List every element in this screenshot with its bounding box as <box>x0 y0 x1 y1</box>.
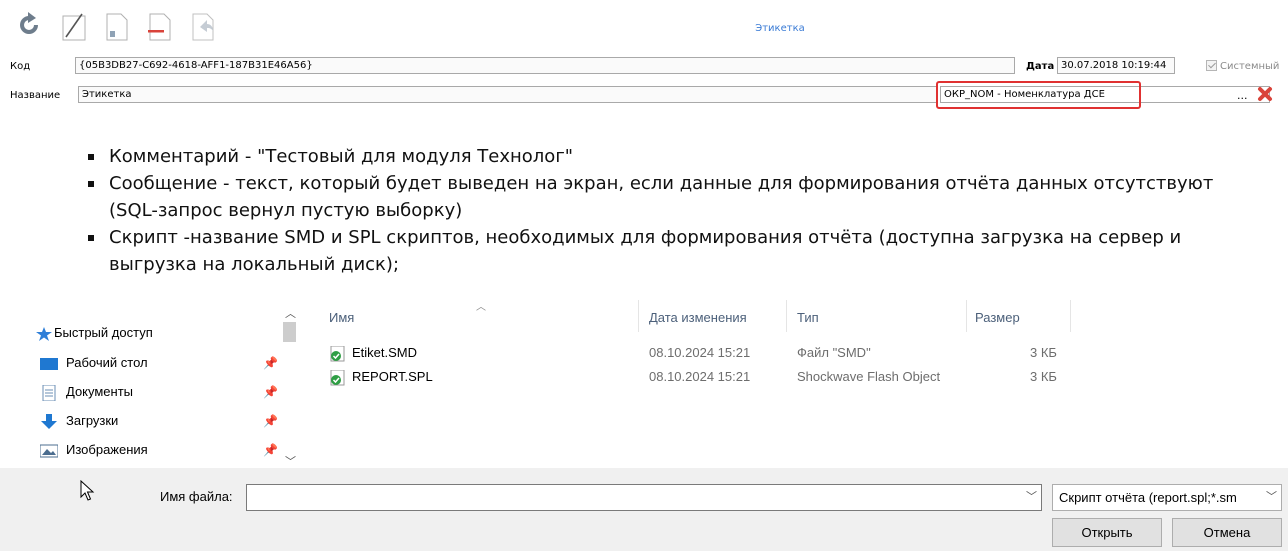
file-size: 3 КБ <box>1030 345 1057 360</box>
column-header-name[interactable]: Имя <box>329 310 354 325</box>
nav-item-label: Загрузки <box>66 413 119 428</box>
code-label: Код <box>10 61 31 72</box>
column-header-size[interactable]: Размер <box>975 310 1020 325</box>
nav-item-label: Документы <box>66 384 134 399</box>
column-divider <box>786 300 787 332</box>
column-header-type[interactable]: Тип <box>797 310 819 325</box>
nav-item-label: Рабочий стол <box>66 355 148 370</box>
name-field[interactable]: Этикетка <box>78 86 938 103</box>
file-type: Shockwave Flash Object <box>797 369 941 384</box>
bullet-comment: Комментарий - "Тестовый для модуля Техно… <box>85 143 1265 170</box>
scroll-down-arrow-icon[interactable]: ﹀ <box>285 453 296 469</box>
nav-quick-access-label: Быстрый доступ <box>54 325 153 340</box>
file-date: 08.10.2024 15:21 <box>649 369 751 384</box>
file-type: Файл "SMD" <box>797 345 871 360</box>
date-field[interactable]: 30.07.2018 10:19:44 <box>1057 57 1175 74</box>
column-divider <box>966 300 967 332</box>
save-icon[interactable] <box>104 10 130 41</box>
mouse-cursor-icon <box>80 479 96 502</box>
file-name: Etiket.SMD <box>352 345 418 360</box>
nav-item-label: Изображения <box>66 442 148 457</box>
edit-icon[interactable] <box>60 10 86 41</box>
undo-icon[interactable] <box>190 10 216 41</box>
scroll-up-arrow-icon[interactable]: ︿ <box>285 305 296 321</box>
bullet-script: Скрипт -название SMD и SPL скриптов, нео… <box>85 224 1265 278</box>
system-checkbox[interactable] <box>1206 60 1217 71</box>
filename-input[interactable]: ﹀ <box>246 484 1042 511</box>
delete-icon[interactable] <box>147 10 173 41</box>
desktop-icon <box>40 356 58 370</box>
file-type-filter-value: Скрипт отчёта (report.spl;*.sm <box>1059 490 1237 505</box>
description-list: Комментарий - "Тестовый для модуля Техно… <box>85 143 1265 278</box>
script-file-icon <box>330 345 346 362</box>
pin-icon[interactable]: 📌 <box>263 414 278 428</box>
pin-icon[interactable]: 📌 <box>263 385 278 399</box>
download-arrow-icon <box>40 414 58 429</box>
open-button[interactable]: Открыть <box>1052 518 1162 547</box>
documents-icon <box>40 384 58 402</box>
date-label: Дата <box>1026 61 1055 72</box>
ellipsis-button[interactable]: ... <box>1237 89 1248 102</box>
sort-indicator-icon: ︿ <box>476 302 486 313</box>
column-divider <box>638 300 639 332</box>
script-file-icon <box>330 369 346 386</box>
clear-icon[interactable] <box>1257 86 1273 102</box>
file-size: 3 КБ <box>1030 369 1057 384</box>
form-title: Этикетка <box>755 23 805 34</box>
pin-icon[interactable]: 📌 <box>263 356 278 370</box>
nav-scrollbar[interactable]: ︿ ﹀ <box>281 305 298 469</box>
refresh-icon[interactable] <box>16 10 42 40</box>
highlight-box <box>936 81 1141 109</box>
bullet-message: Сообщение - текст, который будет выведен… <box>85 170 1265 224</box>
scrollbar-thumb[interactable] <box>283 322 296 342</box>
column-header-date[interactable]: Дата изменения <box>649 310 747 325</box>
pin-icon[interactable]: 📌 <box>263 443 278 457</box>
cancel-button[interactable]: Отмена <box>1172 518 1282 547</box>
pictures-icon <box>39 443 59 458</box>
file-name: REPORT.SPL <box>352 369 433 384</box>
column-divider <box>1070 300 1071 332</box>
system-label: Системный <box>1220 61 1280 72</box>
code-field[interactable]: {05B3DB27-C692-4618-AFF1-187B31E46A56} <box>75 57 1015 74</box>
chevron-down-icon[interactable]: ﹀ <box>1026 485 1037 510</box>
file-type-filter[interactable]: Скрипт отчёта (report.spl;*.sm ﹀ <box>1052 484 1282 511</box>
chevron-down-icon[interactable]: ﹀ <box>1264 485 1277 510</box>
file-date: 08.10.2024 15:21 <box>649 345 751 360</box>
filename-label: Имя файла: <box>160 489 233 504</box>
star-icon <box>36 326 54 341</box>
name-label: Название <box>10 90 61 101</box>
